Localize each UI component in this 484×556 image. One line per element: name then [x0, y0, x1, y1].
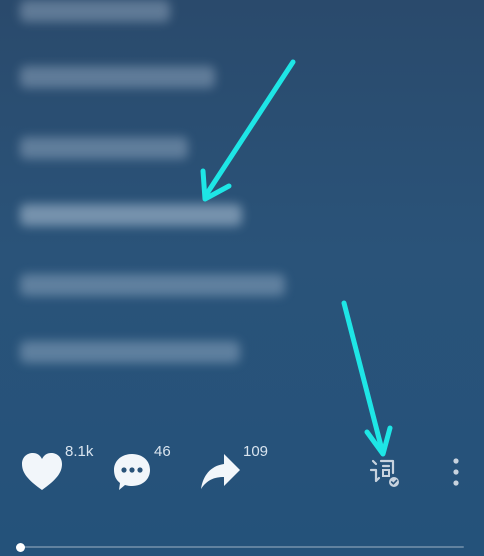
comment-button[interactable]	[110, 450, 154, 494]
like-count: 8.1k	[65, 443, 94, 460]
heart-icon	[22, 453, 62, 490]
lyrics-panel	[0, 0, 484, 380]
lyric-line	[20, 137, 188, 159]
comment-count: 46	[154, 443, 171, 460]
lyric-line	[20, 0, 170, 22]
comment-bubble-icon	[114, 454, 150, 490]
progress-knob[interactable]	[15, 543, 25, 552]
share-button[interactable]	[198, 450, 242, 494]
share-count: 109	[243, 443, 269, 460]
lyric-line-current	[20, 204, 242, 226]
lyrics-button[interactable]	[362, 450, 406, 494]
share-arrow-icon	[201, 454, 240, 489]
like-button[interactable]	[20, 450, 64, 494]
lyric-line	[20, 66, 215, 88]
lyrics-icon	[369, 459, 399, 487]
lyric-line	[20, 341, 240, 363]
progress-track[interactable]	[20, 546, 464, 548]
lyric-line	[20, 274, 285, 296]
more-vertical-icon	[453, 458, 459, 486]
more-button[interactable]	[436, 450, 476, 494]
